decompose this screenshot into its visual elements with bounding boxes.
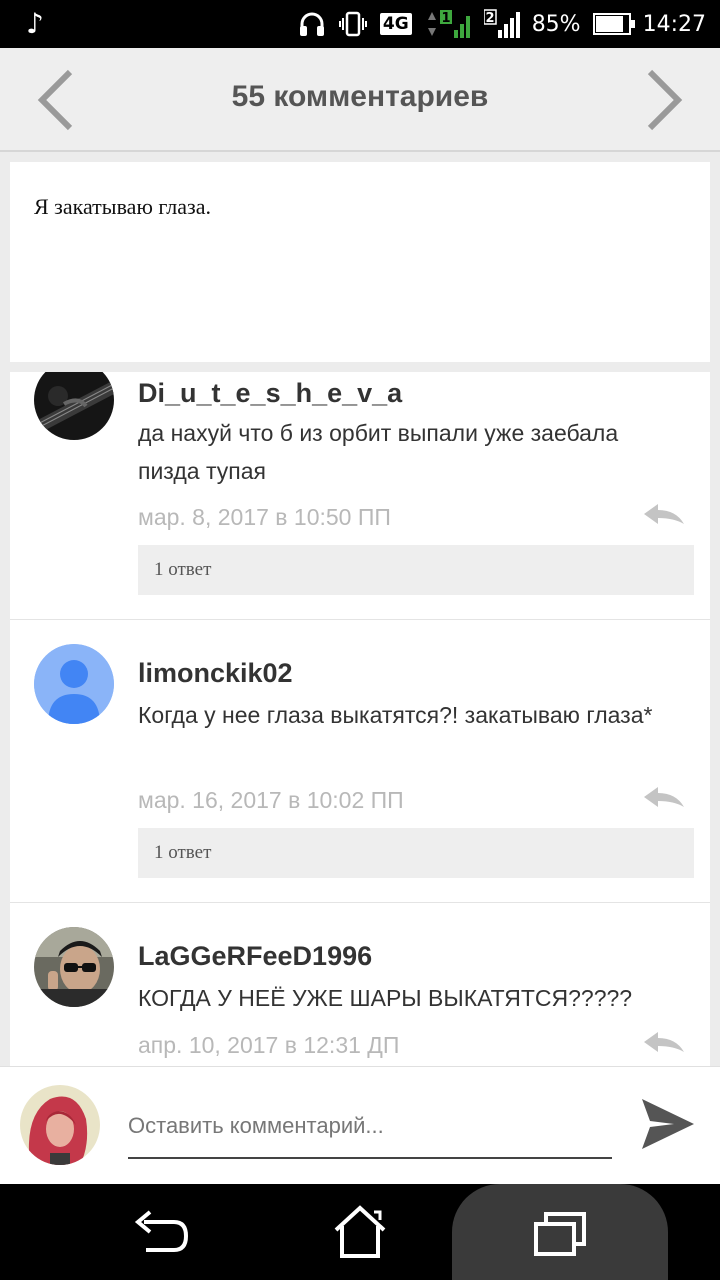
- avatar[interactable]: [34, 372, 114, 440]
- home-button[interactable]: [330, 1202, 390, 1262]
- reply-button[interactable]: [642, 1030, 686, 1060]
- status-bar: ♪ 4G 1 2 85% 14:27: [0, 0, 720, 48]
- svg-text:1: 1: [441, 11, 450, 26]
- comment-input-placeholder: Оставить комментарий...: [128, 1113, 384, 1138]
- avatar[interactable]: [34, 927, 114, 1007]
- default-person-icon: [34, 644, 114, 724]
- next-button[interactable]: [640, 68, 688, 132]
- sim1-signal-icon: 1: [424, 8, 472, 40]
- comment-author[interactable]: Di_u_t_e_s_h_e_v_a: [138, 378, 402, 409]
- battery-fill: [595, 16, 623, 32]
- recent-apps-icon: [534, 1212, 586, 1256]
- back-button[interactable]: [130, 1202, 190, 1262]
- reply-arrow-icon: [644, 787, 684, 807]
- comment-text: Когда у нее глаза выкатятся?! закатываю …: [138, 702, 653, 728]
- comment-item: Di_u_t_e_s_h_e_v_a да нахуй что б из орб…: [10, 372, 710, 620]
- chevron-right-icon: [647, 69, 683, 131]
- battery-icon: [592, 13, 635, 35]
- system-nav-bar: [0, 1184, 720, 1280]
- reply-button[interactable]: [642, 502, 686, 532]
- replies-count[interactable]: 1 ответ: [138, 545, 694, 595]
- comment-author[interactable]: LaGGeRFeeD1996: [138, 941, 372, 972]
- reply-arrow-icon: [644, 1032, 684, 1052]
- comment-author[interactable]: limonckik02: [138, 658, 293, 689]
- battery-percent: 85%: [531, 11, 581, 37]
- home-icon: [334, 1205, 386, 1258]
- post-text: Я закатываю глаза.: [34, 194, 211, 219]
- reply-arrow-icon: [644, 504, 684, 524]
- comments-header: 55 комментариев: [0, 48, 720, 152]
- svg-text:2: 2: [485, 11, 494, 26]
- headphones-icon: [298, 10, 326, 38]
- comment-date: апр. 10, 2017 в 12:31 ДП: [138, 1032, 400, 1058]
- comment-item: limonckik02 Когда у нее глаза выкатятся?…: [10, 620, 710, 903]
- vibrate-icon: [338, 10, 368, 38]
- reply-button[interactable]: [642, 785, 686, 815]
- page-title: 55 комментариев: [231, 80, 489, 113]
- sunglasses-photo-avatar: [34, 927, 114, 1007]
- comments-list[interactable]: Di_u_t_e_s_h_e_v_a да нахуй что б из орб…: [10, 372, 710, 1066]
- network-4g-badge: 4G: [379, 13, 412, 35]
- recent-apps-button[interactable]: [530, 1204, 590, 1264]
- sim2-signal-icon: 2: [483, 8, 520, 40]
- guitar-photo-avatar: [34, 372, 114, 440]
- comment-date: мар. 16, 2017 в 10:02 ПП: [138, 787, 404, 813]
- clock: 14:27: [642, 11, 706, 37]
- music-note-icon: ♪: [26, 7, 44, 40]
- comment-input[interactable]: Оставить комментарий...: [128, 1105, 612, 1159]
- replies-count[interactable]: 1 ответ: [138, 828, 694, 878]
- comment-text: да нахуй что б из орбит выпали уже заеба…: [138, 420, 619, 484]
- send-icon: [642, 1099, 694, 1149]
- compose-bar: Оставить комментарий...: [0, 1066, 720, 1184]
- avatar[interactable]: [34, 644, 114, 724]
- send-button[interactable]: [640, 1097, 696, 1151]
- comment-text: КОГДА У НЕЁ УЖЕ ШАРЫ ВЫКАТЯТСЯ?????: [138, 985, 633, 1011]
- post-card: Я закатываю глаза.: [10, 162, 710, 362]
- comment-item: LaGGeRFeeD1996 КОГДА У НЕЁ УЖЕ ШАРЫ ВЫКА…: [10, 903, 710, 1066]
- status-icons: 4G 1 2 85% 14:27: [298, 0, 706, 48]
- user-photo-avatar: [20, 1085, 100, 1165]
- my-avatar[interactable]: [20, 1085, 100, 1165]
- comment-date: мар. 8, 2017 в 10:50 ПП: [138, 504, 391, 530]
- back-arrow-icon: [134, 1210, 189, 1252]
